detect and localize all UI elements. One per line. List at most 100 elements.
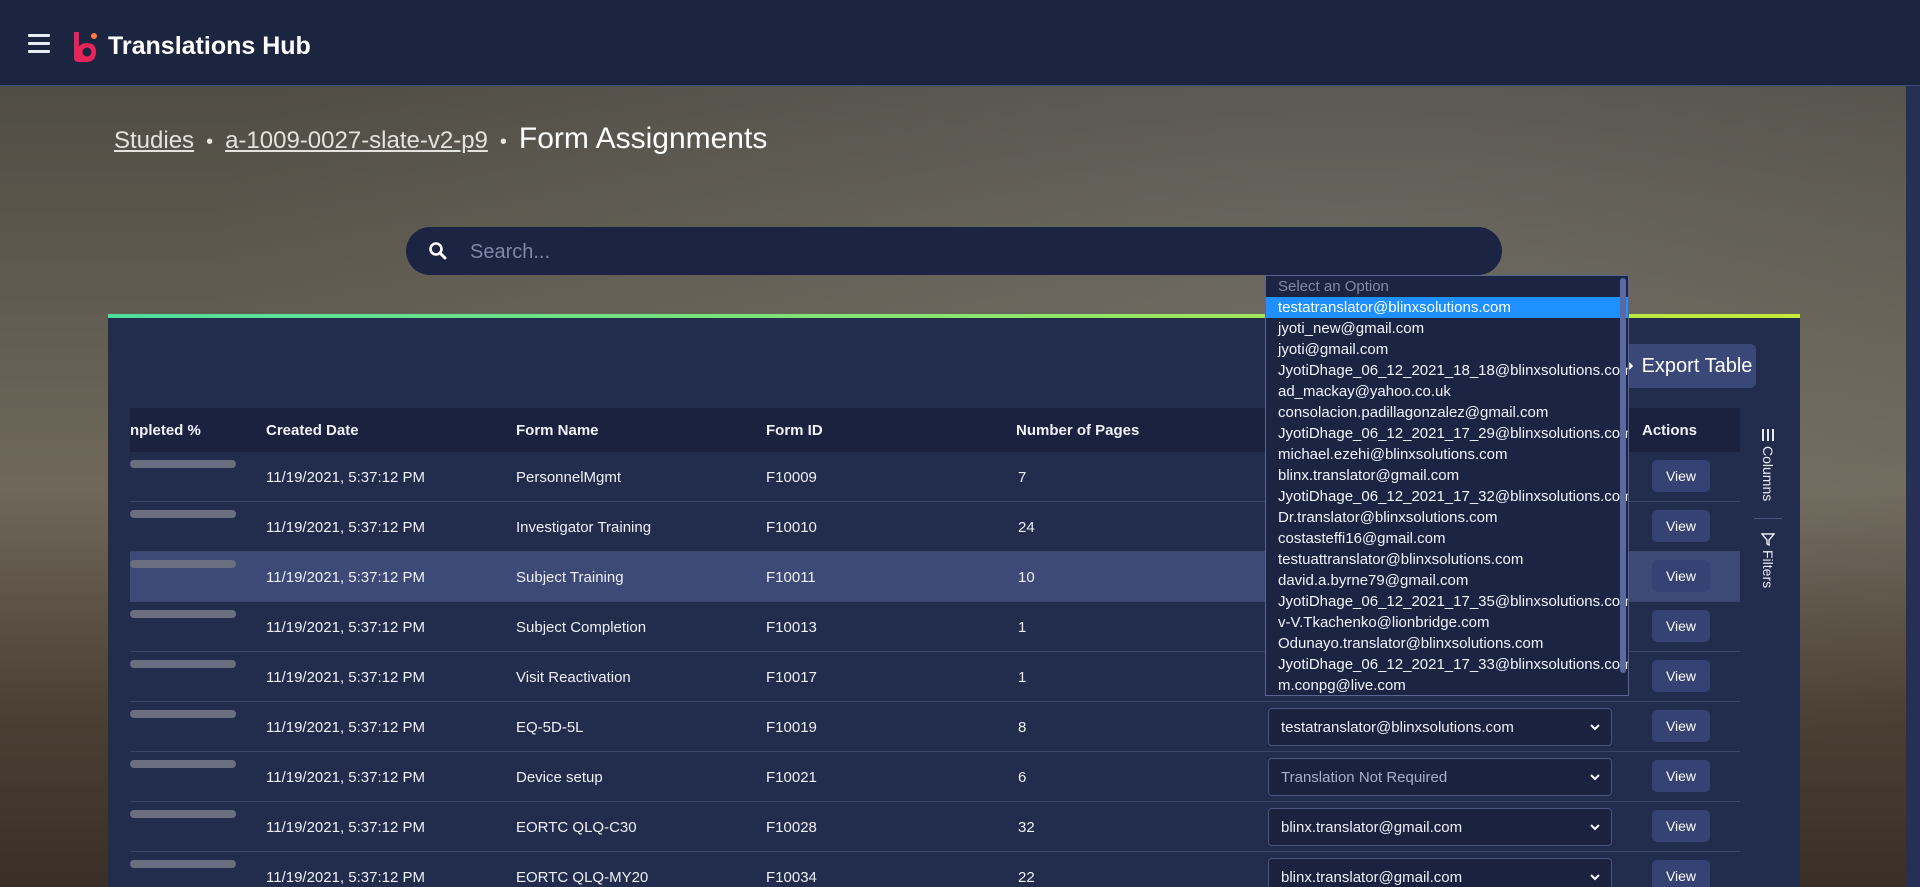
filter-icon xyxy=(1761,533,1775,546)
cell-created-date: 11/19/2021, 5:37:12 PM xyxy=(266,869,426,886)
cell-form-id: F10011 xyxy=(766,569,816,586)
cell-created-date: 11/19/2021, 5:37:12 PM xyxy=(266,519,426,536)
assignee-option[interactable]: ad_mackay@yahoo.co.uk xyxy=(1266,381,1628,402)
cell-created-date: 11/19/2021, 5:37:12 PM xyxy=(266,719,426,736)
cell-form-name: Investigator Training xyxy=(516,519,652,536)
cell-form-id: F10017 xyxy=(766,669,817,686)
cell-number-of-pages: 24 xyxy=(1018,519,1035,536)
header-actions: Actions xyxy=(1642,422,1698,439)
assignee-select-value: testatranslator@blinxsolutions.com xyxy=(1281,719,1514,736)
cell-created-date: 11/19/2021, 5:37:12 PM xyxy=(266,619,426,636)
cell-number-of-pages: 6 xyxy=(1018,769,1027,786)
assignee-option[interactable]: Dr.translator@blinxsolutions.com xyxy=(1266,507,1628,528)
assignee-options-list[interactable]: Select an Option testatranslator@blinxso… xyxy=(1265,275,1629,696)
cell-form-name: EORTC QLQ-C30 xyxy=(516,819,637,836)
assignee-select[interactable]: blinx.translator@gmail.com xyxy=(1268,808,1612,846)
tab-columns[interactable]: Columns xyxy=(1754,428,1782,501)
view-button[interactable]: View xyxy=(1652,660,1710,692)
cell-form-name: Device setup xyxy=(516,769,603,786)
cell-form-id: F10019 xyxy=(766,719,817,736)
assignee-option[interactable]: david.a.byrne79@gmail.com xyxy=(1266,570,1628,591)
cell-form-id: F10009 xyxy=(766,469,817,486)
assignee-option[interactable]: m.conpg@live.com xyxy=(1266,675,1628,695)
assignee-option[interactable]: JyotiDhage_06_12_2021_17_35@blinxsolutio… xyxy=(1266,591,1628,612)
assignee-option[interactable]: JyotiDhage_06_12_2021_17_32@blinxsolutio… xyxy=(1266,486,1628,507)
completion-progress-bar xyxy=(130,510,236,518)
header-created-date[interactable]: Created Date xyxy=(266,422,359,439)
assignee-select-value: blinx.translator@gmail.com xyxy=(1281,869,1463,886)
breadcrumb: Studies • a-1009-0027-slate-v2-p9 • Form… xyxy=(114,122,767,156)
header-completed[interactable]: npleted % xyxy=(130,422,201,439)
chevron-down-icon xyxy=(1590,724,1600,731)
view-button[interactable]: View xyxy=(1652,610,1710,642)
header-form-name[interactable]: Form Name xyxy=(516,422,599,439)
completion-progress-bar xyxy=(130,660,236,668)
assignee-option[interactable]: JyotiDhage_06_12_2021_17_29@blinxsolutio… xyxy=(1266,423,1628,444)
view-button[interactable]: View xyxy=(1652,760,1710,792)
view-button[interactable]: View xyxy=(1652,510,1710,542)
assignee-option[interactable]: JyotiDhage_06_12_2021_18_18@blinxsolutio… xyxy=(1266,360,1628,381)
assignee-option[interactable]: costasteffi16@gmail.com xyxy=(1266,528,1628,549)
completion-progress-bar xyxy=(130,760,236,768)
header-number-of-pages[interactable]: Number of Pages xyxy=(1016,422,1139,439)
view-button[interactable]: View xyxy=(1652,710,1710,742)
assignee-option[interactable]: testuattranslator@blinxsolutions.com xyxy=(1266,549,1628,570)
cell-created-date: 11/19/2021, 5:37:12 PM xyxy=(266,469,426,486)
cell-created-date: 11/19/2021, 5:37:12 PM xyxy=(266,569,426,586)
assignee-option[interactable]: Odunayo.translator@blinxsolutions.com xyxy=(1266,633,1628,654)
assignee-select[interactable]: blinx.translator@gmail.com xyxy=(1268,858,1612,887)
assignee-option[interactable]: v-V.Tkachenko@lionbridge.com xyxy=(1266,612,1628,633)
options-scrollbar[interactable] xyxy=(1620,278,1626,673)
cell-form-id: F10010 xyxy=(766,519,817,536)
table-row[interactable]: 11/19/2021, 5:37:12 PM EORTC QLQ-C30 F1002… xyxy=(130,802,1740,852)
search-input[interactable] xyxy=(468,235,1472,269)
assignee-option[interactable]: blinx.translator@gmail.com xyxy=(1266,465,1628,486)
menu-icon[interactable] xyxy=(28,34,50,53)
cell-form-name: Subject Completion xyxy=(516,619,647,636)
cell-form-name: EQ-5D-5L xyxy=(516,719,584,736)
table-row[interactable]: 11/19/2021, 5:37:12 PM Device setup F10021… xyxy=(130,752,1740,802)
assignee-option[interactable]: testatranslator@blinxsolutions.com xyxy=(1266,297,1628,318)
breadcrumb-studies-link[interactable]: Studies xyxy=(114,127,194,155)
assignee-option[interactable]: consolacion.padillagonzalez@gmail.com xyxy=(1266,402,1628,423)
completion-progress-bar xyxy=(130,710,236,718)
search-bar[interactable] xyxy=(406,227,1502,275)
page-scrollbar-track[interactable] xyxy=(1906,86,1920,887)
breadcrumb-separator: • xyxy=(206,131,214,153)
assignee-select[interactable]: testatranslator@blinxsolutions.com xyxy=(1268,708,1612,746)
tab-columns-label: Columns xyxy=(1760,446,1776,502)
view-button[interactable]: View xyxy=(1652,560,1710,592)
completion-progress-bar xyxy=(130,610,236,618)
top-bar: Translations Hub xyxy=(0,0,1920,86)
cell-number-of-pages: 10 xyxy=(1018,569,1035,586)
tab-filters[interactable]: Filters xyxy=(1754,532,1782,588)
assignee-select-value: blinx.translator@gmail.com xyxy=(1281,819,1463,836)
cell-form-name: Visit Reactivation xyxy=(516,669,631,686)
cell-created-date: 11/19/2021, 5:37:12 PM xyxy=(266,819,426,836)
tab-filters-label: Filters xyxy=(1760,550,1776,589)
cell-form-name: Subject Training xyxy=(516,569,624,586)
header-form-id[interactable]: Form ID xyxy=(766,422,823,439)
chevron-down-icon xyxy=(1590,874,1600,881)
table-row[interactable]: 11/19/2021, 5:37:12 PM EORTC QLQ-MY20 F100… xyxy=(130,852,1740,887)
assignee-option[interactable]: michael.ezehi@blinxsolutions.com xyxy=(1266,444,1628,465)
cell-number-of-pages: 22 xyxy=(1018,869,1035,886)
chevron-down-icon xyxy=(1590,774,1600,781)
view-button[interactable]: View xyxy=(1652,460,1710,492)
assignee-option[interactable]: jyoti_new@gmail.com xyxy=(1266,318,1628,339)
assignee-option[interactable]: jyoti@gmail.com xyxy=(1266,339,1628,360)
side-panel-tabs: Columns Filters xyxy=(1754,408,1782,628)
view-button[interactable]: View xyxy=(1652,810,1710,842)
table-row[interactable]: 11/19/2021, 5:37:12 PM EQ-5D-5L F10019 8 tes… xyxy=(130,702,1740,752)
chevron-down-icon xyxy=(1590,824,1600,831)
view-button[interactable]: View xyxy=(1652,860,1710,887)
tab-divider xyxy=(1754,518,1782,519)
cell-form-id: F10028 xyxy=(766,819,817,836)
search-icon xyxy=(429,242,447,260)
assignee-option[interactable]: JyotiDhage_06_12_2021_17_33@blinxsolutio… xyxy=(1266,654,1628,675)
breadcrumb-study-link[interactable]: a-1009-0027-slate-v2-p9 xyxy=(225,127,488,155)
assignee-select[interactable]: Translation Not Required xyxy=(1268,758,1612,796)
export-table-button[interactable]: Export Table xyxy=(1610,344,1756,388)
dropdown-placeholder-option[interactable]: Select an Option xyxy=(1266,276,1628,297)
cell-number-of-pages: 1 xyxy=(1018,619,1027,636)
